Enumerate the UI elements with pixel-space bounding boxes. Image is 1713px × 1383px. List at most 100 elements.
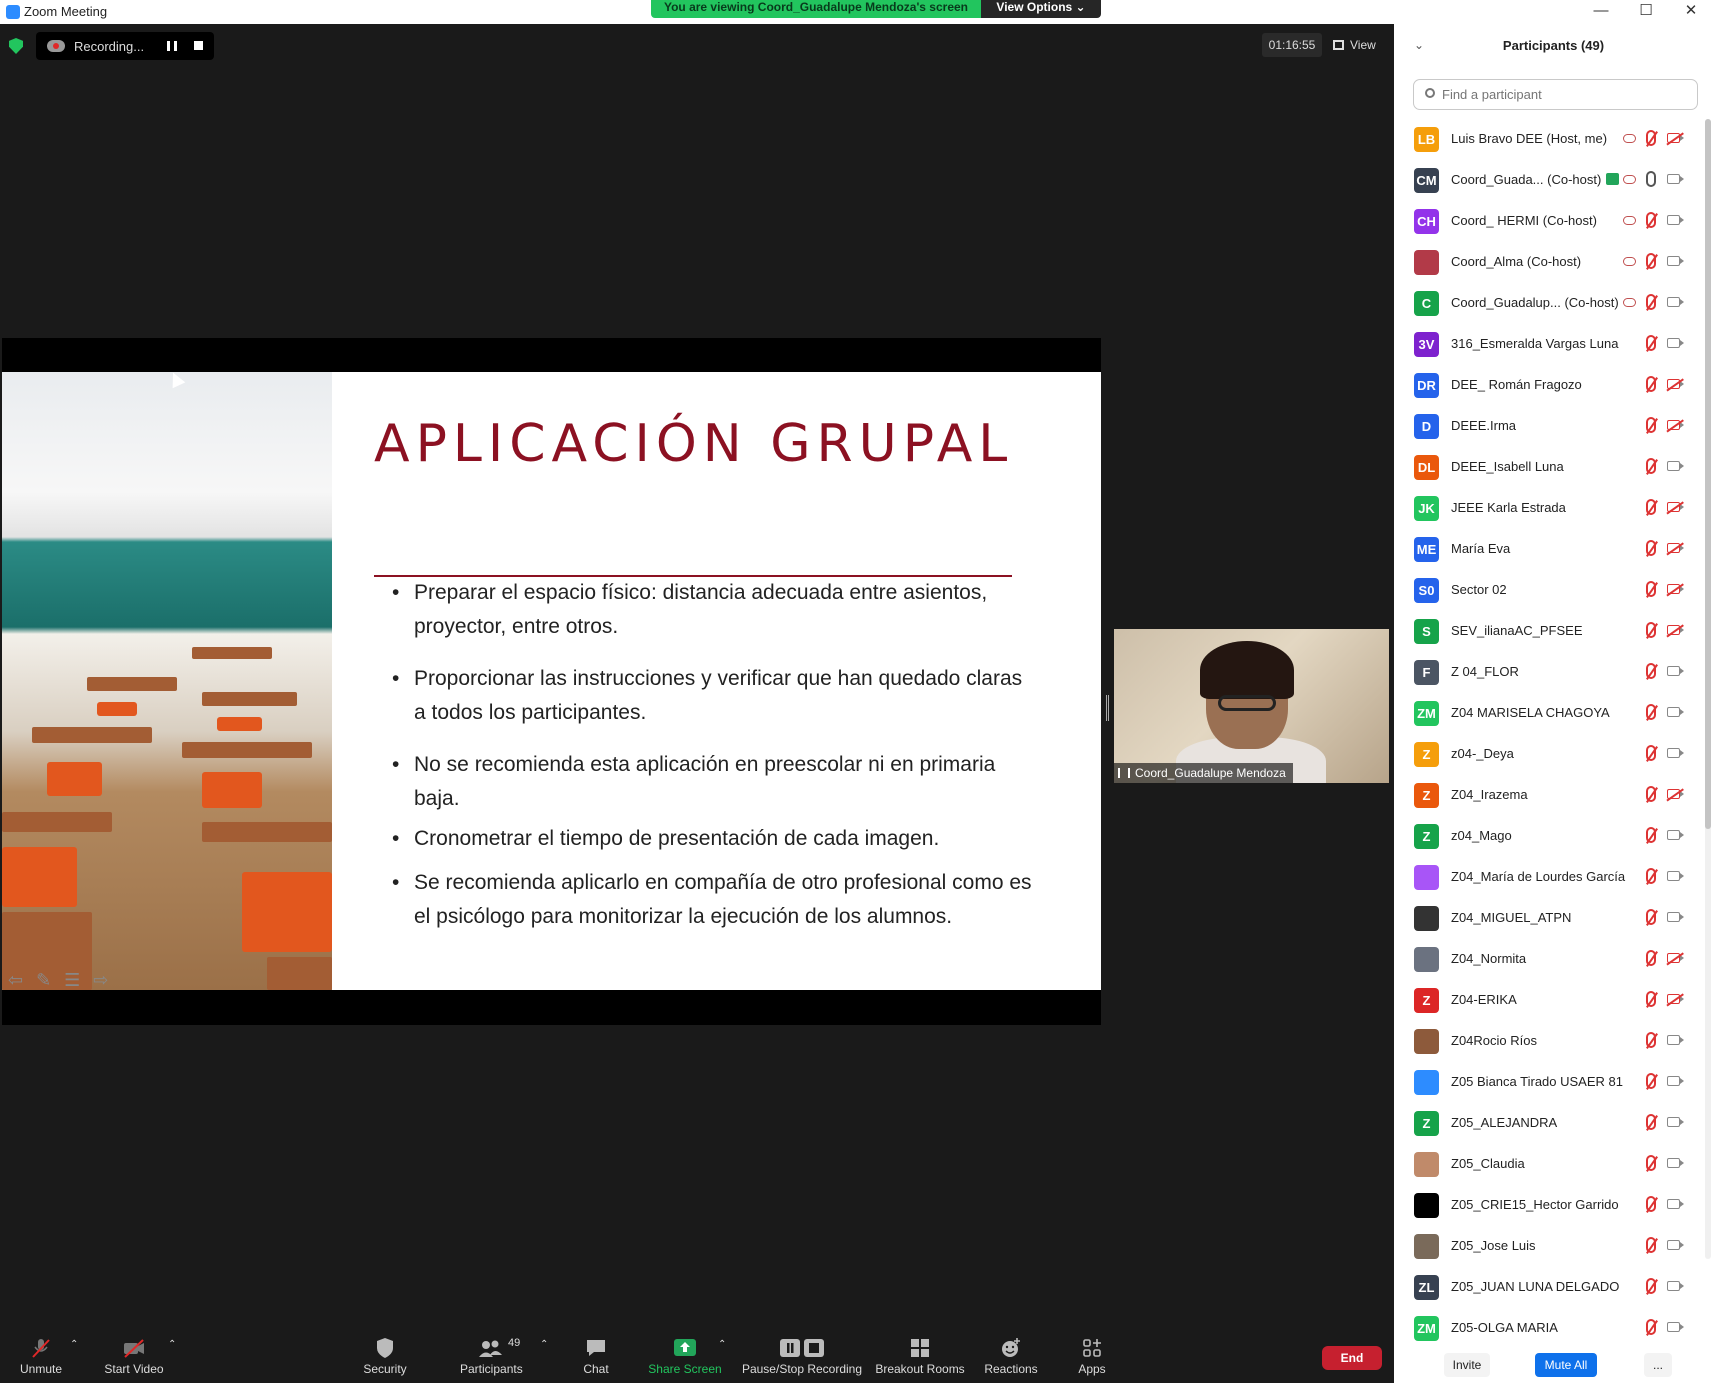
- participant-row[interactable]: DR DEE_ Román Fragozo: [1414, 365, 1690, 406]
- microphone-muted-icon[interactable]: [1646, 950, 1656, 966]
- camera-icon[interactable]: [1667, 871, 1684, 881]
- camera-icon[interactable]: [1667, 174, 1684, 184]
- pause-stop-recording-button[interactable]: Pause/Stop Recording: [740, 1337, 864, 1376]
- camera-icon[interactable]: [1667, 215, 1684, 225]
- participant-row[interactable]: Z Z05_ALEJANDRA: [1414, 1103, 1690, 1144]
- participant-row[interactable]: JK JEEE Karla Estrada: [1414, 488, 1690, 529]
- participant-row[interactable]: ZM Z04 MARISELA CHAGOYA: [1414, 693, 1690, 734]
- participant-row[interactable]: Z05 Bianca Tirado USAER 81: [1414, 1062, 1690, 1103]
- microphone-muted-icon[interactable]: [1646, 130, 1656, 146]
- participant-row[interactable]: 3V 316_Esmeralda Vargas Luna: [1414, 324, 1690, 365]
- camera-off-icon[interactable]: [1667, 543, 1684, 553]
- camera-icon[interactable]: [1667, 1117, 1684, 1127]
- end-meeting-button[interactable]: End: [1322, 1346, 1382, 1370]
- camera-off-icon[interactable]: [1667, 133, 1684, 143]
- share-screen-button[interactable]: Share Screen: [648, 1337, 722, 1376]
- microphone-muted-icon[interactable]: [1646, 581, 1656, 597]
- microphone-muted-icon[interactable]: [1646, 1073, 1656, 1089]
- camera-icon[interactable]: [1667, 1076, 1684, 1086]
- maximize-icon[interactable]: ☐: [1623, 0, 1669, 24]
- participant-row[interactable]: Z05_CRIE15_Hector Garrido: [1414, 1185, 1690, 1226]
- microphone-muted-icon[interactable]: [1646, 663, 1656, 679]
- microphone-muted-icon[interactable]: [1646, 376, 1656, 392]
- camera-off-icon[interactable]: [1667, 953, 1684, 963]
- participant-row[interactable]: Z05_Jose Luis: [1414, 1226, 1690, 1267]
- camera-off-icon[interactable]: [1667, 584, 1684, 594]
- participant-row[interactable]: CH Coord_ HERMI (Co-host): [1414, 201, 1690, 242]
- camera-off-icon[interactable]: [1667, 994, 1684, 1004]
- close-icon[interactable]: ✕: [1668, 0, 1713, 24]
- camera-icon[interactable]: [1667, 1035, 1684, 1045]
- microphone-muted-icon[interactable]: [1646, 458, 1656, 474]
- microphone-muted-icon[interactable]: [1646, 1032, 1656, 1048]
- participant-row[interactable]: Z Z04-ERIKA: [1414, 980, 1690, 1021]
- start-video-button[interactable]: Start Video: [102, 1337, 166, 1376]
- camera-icon[interactable]: [1667, 297, 1684, 307]
- splitter-handle[interactable]: [1106, 695, 1109, 721]
- microphone-muted-icon[interactable]: [1646, 335, 1656, 351]
- participant-row[interactable]: CM Coord_Guada... (Co-host): [1414, 160, 1690, 201]
- camera-icon[interactable]: [1667, 1158, 1684, 1168]
- camera-off-icon[interactable]: [1667, 379, 1684, 389]
- participant-row[interactable]: S SEV_ilianaAC_PFSEE: [1414, 611, 1690, 652]
- camera-icon[interactable]: [1667, 912, 1684, 922]
- participant-row[interactable]: Z04_María de Lourdes García: [1414, 857, 1690, 898]
- camera-icon[interactable]: [1667, 1281, 1684, 1291]
- camera-off-icon[interactable]: [1667, 502, 1684, 512]
- participant-row[interactable]: Z04Rocio Ríos: [1414, 1021, 1690, 1062]
- participant-row[interactable]: F Z 04_FLOR: [1414, 652, 1690, 693]
- camera-off-icon[interactable]: [1667, 420, 1684, 430]
- microphone-muted-icon[interactable]: [1646, 253, 1656, 269]
- microphone-muted-icon[interactable]: [1646, 1155, 1656, 1171]
- participant-row[interactable]: C Coord_Guadalup... (Co-host): [1414, 283, 1690, 324]
- participant-video-tile[interactable]: Coord_Guadalupe Mendoza: [1114, 629, 1389, 783]
- scrollbar-thumb[interactable]: [1705, 119, 1711, 829]
- microphone-muted-icon[interactable]: [1646, 745, 1656, 761]
- encryption-shield-icon[interactable]: [9, 38, 23, 54]
- participant-row[interactable]: D DEEE.Irma: [1414, 406, 1690, 447]
- camera-off-icon[interactable]: [1667, 789, 1684, 799]
- microphone-muted-icon[interactable]: [1646, 1278, 1656, 1294]
- microphone-muted-icon[interactable]: [1646, 1114, 1656, 1130]
- microphone-muted-icon[interactable]: [1646, 786, 1656, 802]
- camera-icon[interactable]: [1667, 1322, 1684, 1332]
- participants-button[interactable]: 49 Participants: [460, 1337, 523, 1376]
- view-button[interactable]: View: [1333, 33, 1376, 57]
- microphone-muted-icon[interactable]: [1646, 991, 1656, 1007]
- pause-recording-icon[interactable]: [167, 41, 177, 51]
- camera-icon[interactable]: [1667, 707, 1684, 717]
- microphone-muted-icon[interactable]: [1646, 1237, 1656, 1253]
- participant-row[interactable]: Zz04-_Deya: [1414, 734, 1690, 775]
- microphone-icon[interactable]: [1646, 171, 1656, 187]
- participant-row[interactable]: Zz04_Mago: [1414, 816, 1690, 857]
- microphone-muted-icon[interactable]: [1646, 1319, 1656, 1335]
- more-options-button[interactable]: ...: [1644, 1353, 1672, 1377]
- participant-row[interactable]: ME María Eva: [1414, 529, 1690, 570]
- microphone-muted-icon[interactable]: [1646, 499, 1656, 515]
- camera-icon[interactable]: [1667, 338, 1684, 348]
- view-options-button[interactable]: View Options ⌄: [981, 0, 1101, 18]
- video-options-caret-icon[interactable]: ⌃: [168, 1339, 176, 1350]
- participant-row[interactable]: Z04_Normita: [1414, 939, 1690, 980]
- camera-icon[interactable]: [1667, 1199, 1684, 1209]
- participant-row[interactable]: S0 Sector 02: [1414, 570, 1690, 611]
- audio-options-caret-icon[interactable]: ⌃: [70, 1339, 78, 1350]
- camera-icon[interactable]: [1667, 666, 1684, 676]
- microphone-muted-icon[interactable]: [1646, 212, 1656, 228]
- mute-all-button[interactable]: Mute All: [1535, 1353, 1597, 1377]
- participant-row[interactable]: ZL Z05_JUAN LUNA DELGADO: [1414, 1267, 1690, 1308]
- participant-row[interactable]: Z04_MIGUEL_ATPN: [1414, 898, 1690, 939]
- microphone-muted-icon[interactable]: [1646, 294, 1656, 310]
- microphone-muted-icon[interactable]: [1646, 909, 1656, 925]
- chat-button[interactable]: Chat: [578, 1337, 614, 1376]
- microphone-muted-icon[interactable]: [1646, 540, 1656, 556]
- camera-icon[interactable]: [1667, 1240, 1684, 1250]
- security-button[interactable]: Security: [360, 1337, 410, 1376]
- microphone-muted-icon[interactable]: [1646, 622, 1656, 638]
- microphone-muted-icon[interactable]: [1646, 417, 1656, 433]
- unmute-button[interactable]: Unmute: [14, 1337, 68, 1376]
- participant-search-input[interactable]: [1413, 79, 1698, 110]
- camera-icon[interactable]: [1667, 256, 1684, 266]
- microphone-muted-icon[interactable]: [1646, 868, 1656, 884]
- shared-screen[interactable]: APLICACIÓN GRUPAL Preparar el espacio fí…: [2, 338, 1101, 1025]
